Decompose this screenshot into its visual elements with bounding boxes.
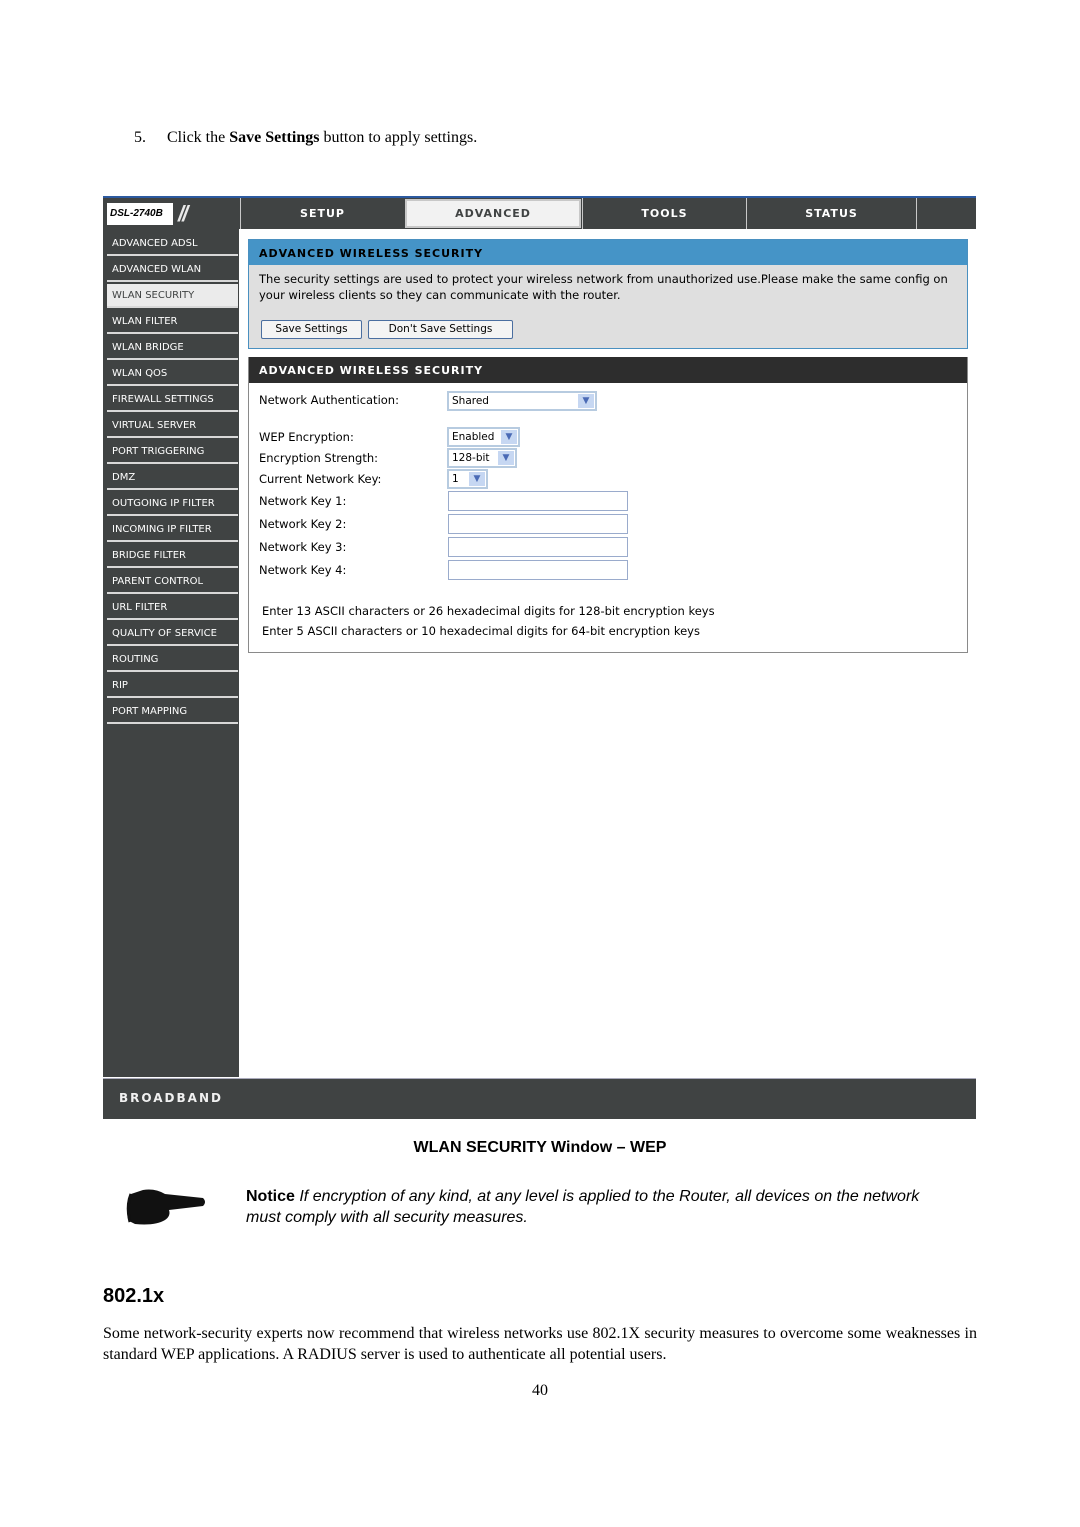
model-logo: DSL-2740B (107, 203, 173, 225)
network-auth-label: Network Authentication: (259, 393, 399, 407)
instruction-step: 5. Click the Save Settings button to appl… (134, 129, 477, 147)
sidebar-item-wlan-filter[interactable]: WLAN FILTER (107, 310, 238, 334)
sidebar-item-outgoing-ip-filter[interactable]: OUTGOING IP FILTER (107, 492, 238, 516)
current-key-label: Current Network Key: (259, 472, 382, 486)
network-key-4-input[interactable] (448, 560, 628, 580)
note-128-bit: Enter 13 ASCII characters or 26 hexadeci… (262, 604, 715, 618)
sidebar-item-quality-of-service[interactable]: QUALITY OF SERVICE (107, 622, 238, 646)
tab-setup[interactable]: SETUP (240, 198, 404, 229)
sidebar-item-wlan-security[interactable]: WLAN SECURITY (107, 284, 238, 308)
network-key-4-label: Network Key 4: (259, 563, 347, 577)
sidebar-item-wlan-qos[interactable]: WLAN QOS (107, 362, 238, 386)
chevron-down-icon: ▼ (501, 430, 517, 444)
sidebar-item-incoming-ip-filter[interactable]: INCOMING IP FILTER (107, 518, 238, 542)
sidebar-item-rip[interactable]: RIP (107, 674, 238, 698)
chevron-down-icon: ▼ (469, 472, 485, 486)
sidebar-item-parent-control[interactable]: PARENT CONTROL (107, 570, 238, 594)
save-settings-button[interactable]: Save Settings (261, 320, 362, 339)
tab-empty (916, 198, 976, 229)
pointing-hand-icon (126, 1189, 205, 1225)
settings-panel: ADVANCED WIRELESS SECURITY Network Authe… (248, 357, 968, 653)
top-nav-bar: DSL-2740B // SETUP ADVANCED TOOLS STATUS (103, 198, 976, 229)
sidebar-item-routing[interactable]: ROUTING (107, 648, 238, 672)
footer-bar: BROADBAND (103, 1078, 976, 1119)
sidebar-item-wlan-bridge[interactable]: WLAN BRIDGE (107, 336, 238, 360)
network-key-3-input[interactable] (448, 537, 628, 557)
tab-status[interactable]: STATUS (746, 198, 916, 229)
network-key-1-label: Network Key 1: (259, 494, 347, 508)
network-key-1-input[interactable] (448, 491, 628, 511)
section-paragraph: Some network-security experts now recomm… (103, 1325, 977, 1363)
chevron-down-icon: ▼ (578, 394, 594, 408)
settings-panel-title: ADVANCED WIRELESS SECURITY (249, 357, 967, 383)
current-key-select[interactable]: 1 ▼ (447, 469, 488, 489)
chevron-down-icon: ▼ (498, 451, 514, 465)
notice-body: If encryption of any kind, at any level … (246, 1188, 920, 1226)
footer-brand: BROADBAND (119, 1091, 223, 1105)
note-64-bit: Enter 5 ASCII characters or 10 hexadecim… (262, 624, 700, 638)
sidebar-item-virtual-server[interactable]: VIRTUAL SERVER (107, 414, 238, 438)
sidebar-item-port-mapping[interactable]: PORT MAPPING (107, 700, 238, 724)
router-screenshot: DSL-2740B // SETUP ADVANCED TOOLS STATUS… (103, 196, 976, 1119)
step-text-suffix: button to apply settings. (319, 129, 478, 146)
section-heading: 802.1x (103, 1285, 165, 1307)
encryption-strength-value: 128-bit (452, 452, 490, 464)
network-auth-select[interactable]: Shared ▼ (447, 391, 597, 411)
network-key-3-label: Network Key 3: (259, 540, 347, 554)
encryption-strength-label: Encryption Strength: (259, 451, 379, 465)
sidebar-item-port-triggering[interactable]: PORT TRIGGERING (107, 440, 238, 464)
network-auth-value: Shared (452, 395, 489, 407)
intro-panel: ADVANCED WIRELESS SECURITY The security … (248, 239, 968, 349)
step-text-prefix: Click the (167, 129, 230, 146)
intro-panel-title: ADVANCED WIRELESS SECURITY (249, 240, 967, 265)
tab-tools[interactable]: TOOLS (582, 198, 746, 229)
sidebar-item-advanced-adsl[interactable]: ADVANCED ADSL (107, 232, 238, 256)
logo-slashes-icon: // (178, 201, 188, 226)
sidebar-item-dmz[interactable]: DMZ (107, 466, 238, 490)
notice-label: Notice (246, 1188, 295, 1205)
sidebar: ADVANCED ADSL ADVANCED WLAN WLAN SECURIT… (103, 229, 239, 1077)
notice-text: Notice If encryption of any kind, at any… (246, 1186, 946, 1228)
sidebar-item-firewall-settings[interactable]: FIREWALL SETTINGS (107, 388, 238, 412)
encryption-strength-select[interactable]: 128-bit ▼ (447, 448, 517, 468)
intro-panel-description: The security settings are used to protec… (259, 272, 948, 302)
figure-caption: WLAN SECURITY Window – WEP (413, 1139, 667, 1156)
dont-save-settings-button[interactable]: Don't Save Settings (368, 320, 513, 339)
network-key-2-input[interactable] (448, 514, 628, 534)
sidebar-item-advanced-wlan[interactable]: ADVANCED WLAN (107, 258, 238, 282)
step-text-bold: Save Settings (229, 129, 320, 146)
main-content: ADVANCED WIRELESS SECURITY The security … (239, 229, 976, 1077)
network-key-2-label: Network Key 2: (259, 517, 347, 531)
step-number: 5. (134, 129, 146, 146)
sidebar-item-bridge-filter[interactable]: BRIDGE FILTER (107, 544, 238, 568)
wep-encryption-select[interactable]: Enabled ▼ (447, 427, 520, 447)
wep-encryption-label: WEP Encryption: (259, 430, 354, 444)
page-number: 40 (532, 1382, 548, 1399)
tab-advanced[interactable]: ADVANCED (405, 199, 581, 228)
wep-encryption-value: Enabled (452, 431, 495, 443)
sidebar-item-url-filter[interactable]: URL FILTER (107, 596, 238, 620)
current-key-value: 1 (452, 473, 459, 485)
